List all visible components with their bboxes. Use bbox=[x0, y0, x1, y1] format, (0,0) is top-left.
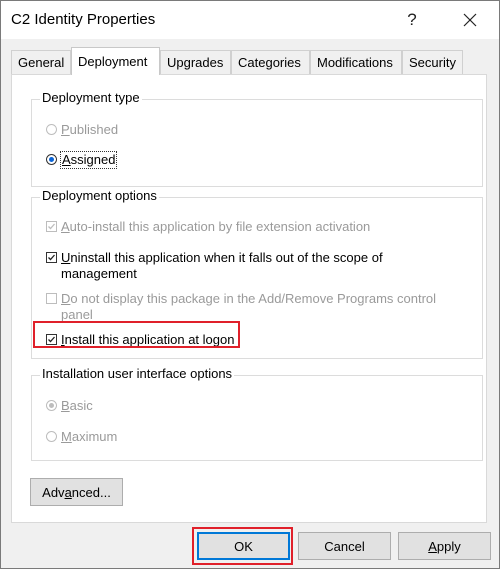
group-legend: Deployment type bbox=[40, 90, 142, 105]
uninstall-label: Uninstall this application when it falls… bbox=[61, 250, 383, 281]
checkbox-indicator bbox=[46, 252, 57, 263]
tab-general[interactable]: General bbox=[11, 50, 71, 74]
install-at-logon-checkbox[interactable]: Install this application at logon bbox=[46, 332, 234, 348]
checkbox-indicator bbox=[46, 221, 57, 232]
assigned-label: Assigned bbox=[59, 151, 118, 169]
group-legend: Deployment options bbox=[40, 188, 159, 203]
install-at-logon-label: Install this application at logon bbox=[61, 332, 235, 347]
maximum-label: Maximum bbox=[61, 429, 118, 444]
help-button[interactable]: ? bbox=[389, 1, 435, 39]
tab-modifications[interactable]: Modifications bbox=[310, 50, 402, 74]
auto-install-label: Auto-install this application by file ex… bbox=[61, 219, 371, 234]
advanced-button-label: Advanced... bbox=[42, 484, 111, 500]
radio-indicator bbox=[46, 154, 57, 165]
ok-button[interactable]: OK bbox=[197, 532, 290, 560]
checkmark-icon bbox=[48, 223, 55, 230]
help-icon: ? bbox=[407, 10, 417, 29]
checkmark-icon bbox=[48, 336, 55, 343]
basic-label: Basic bbox=[61, 398, 93, 413]
deployment-tab-panel: Deployment type Published Assigned Deplo… bbox=[11, 74, 487, 523]
tab-label: Security bbox=[409, 55, 456, 70]
do-not-display-checkbox[interactable]: Do not display this package in the Add/R… bbox=[46, 291, 436, 323]
do-not-display-label: Do not display this package in the Add/R… bbox=[61, 291, 437, 322]
properties-dialog: C2 Identity Properties ? General Deploym… bbox=[0, 0, 500, 569]
window-title: C2 Identity Properties bbox=[11, 11, 156, 28]
cancel-button[interactable]: Cancel bbox=[298, 532, 391, 560]
tab-label: Deployment bbox=[78, 54, 148, 69]
radio-indicator bbox=[46, 400, 57, 411]
tab-label: Categories bbox=[238, 55, 301, 70]
close-button[interactable] bbox=[447, 1, 493, 39]
deployment-options-group: Deployment options Auto-install this app… bbox=[31, 188, 483, 359]
deployment-type-group: Deployment type Published Assigned bbox=[31, 90, 483, 187]
ui-options-group: Installation user interface options Basi… bbox=[31, 366, 483, 461]
uninstall-checkbox[interactable]: Uninstall this application when it falls… bbox=[46, 250, 383, 282]
published-radio[interactable]: Published bbox=[46, 122, 118, 138]
checkbox-indicator bbox=[46, 334, 57, 345]
radio-indicator bbox=[46, 431, 57, 442]
radio-indicator bbox=[46, 124, 57, 135]
maximum-radio[interactable]: Maximum bbox=[46, 429, 117, 445]
basic-radio[interactable]: Basic bbox=[46, 398, 93, 414]
tab-categories[interactable]: Categories bbox=[231, 50, 310, 74]
published-label: Published bbox=[61, 122, 119, 137]
advanced-button[interactable]: Advanced... bbox=[30, 478, 123, 506]
checkmark-icon bbox=[48, 254, 55, 261]
assigned-radio[interactable]: Assigned bbox=[46, 151, 118, 169]
title-bar: C2 Identity Properties ? bbox=[1, 1, 499, 39]
tab-deployment[interactable]: Deployment bbox=[71, 47, 160, 75]
auto-install-checkbox[interactable]: Auto-install this application by file ex… bbox=[46, 219, 370, 235]
cancel-button-label: Cancel bbox=[324, 538, 365, 554]
tab-security[interactable]: Security bbox=[402, 50, 463, 74]
group-legend: Installation user interface options bbox=[40, 366, 235, 381]
ok-button-label: OK bbox=[234, 538, 253, 554]
tab-label: Upgrades bbox=[167, 55, 224, 70]
close-icon bbox=[463, 13, 477, 27]
checkbox-indicator bbox=[46, 293, 57, 304]
apply-button-label: Apply bbox=[428, 538, 461, 554]
apply-button[interactable]: Apply bbox=[398, 532, 491, 560]
tab-label: Modifications bbox=[317, 55, 393, 70]
tab-label: General bbox=[18, 55, 65, 70]
tab-upgrades[interactable]: Upgrades bbox=[160, 50, 231, 74]
